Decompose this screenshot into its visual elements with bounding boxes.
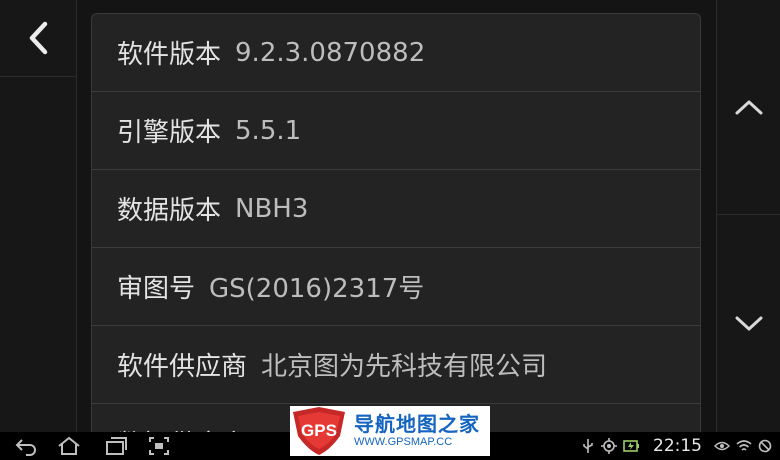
info-value: 5.5.1 (235, 115, 302, 146)
usb-icon (583, 439, 593, 453)
recent-apps-icon[interactable] (104, 436, 128, 456)
chevron-up-icon (735, 100, 763, 115)
clock: 22:15 (653, 436, 702, 456)
back-button[interactable] (0, 0, 76, 77)
gps-logo-text: GPS (301, 421, 337, 440)
scroll-rail (716, 0, 780, 432)
left-rail (0, 0, 77, 432)
battery-charging-icon (623, 440, 639, 452)
info-row-software-supplier: 软件供应商 北京图为先科技有限公司 (92, 326, 700, 404)
info-row-map-approval-number: 审图号 GS(2016)2317号 (92, 248, 700, 326)
gpsmap-watermark: GPS 导航地图之家 WWW.GPSMAP.CC (290, 406, 490, 456)
about-info-panel: 软件版本 9.2.3.0870882 引擎版本 5.5.1 数据版本 NBH3 … (91, 13, 701, 455)
info-value: 9.2.3.0870882 (235, 37, 426, 68)
screenshot-icon[interactable] (148, 436, 170, 456)
watermark-text: 导航地图之家 WWW.GPSMAP.CC (354, 413, 480, 449)
info-value: GS(2016)2317号 (209, 274, 425, 304)
info-label: 软件供应商 (117, 352, 248, 382)
info-label: 数据版本 (117, 196, 222, 226)
gps-logo: GPS (293, 407, 345, 455)
info-row-data-version: 数据版本 NBH3 (92, 170, 700, 248)
chevron-left-icon (29, 21, 48, 55)
info-row-engine-version: 引擎版本 5.5.1 (92, 92, 700, 170)
info-label: 引擎版本 (117, 118, 222, 148)
chevron-down-icon (735, 316, 763, 330)
info-label: 审图号 (117, 274, 196, 304)
watermark-title: 导航地图之家 (354, 412, 480, 436)
info-row-software-version: 软件版本 9.2.3.0870882 (92, 14, 700, 92)
info-value: NBH3 (235, 193, 309, 224)
eye-icon (714, 441, 730, 451)
info-value: 北京图为先科技有限公司 (261, 352, 548, 382)
scroll-down-button[interactable] (717, 215, 780, 432)
back-icon[interactable] (14, 436, 38, 456)
home-icon[interactable] (57, 436, 81, 456)
info-label: 软件版本 (117, 40, 222, 70)
scroll-up-button[interactable] (717, 0, 780, 215)
wifi-icon (736, 440, 752, 451)
status-area: 22:15 (581, 432, 780, 460)
no-signal-icon (758, 439, 772, 453)
gps-icon (601, 438, 617, 454)
watermark-url: WWW.GPSMAP.CC (354, 436, 453, 448)
